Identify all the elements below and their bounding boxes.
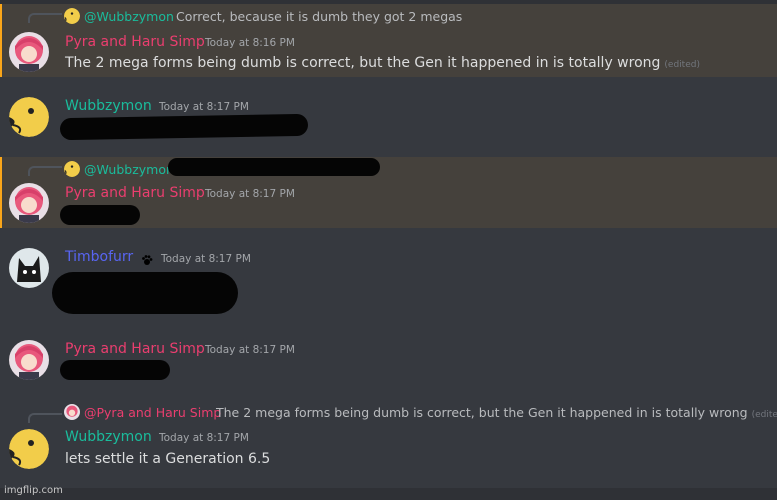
redaction-mark [168,158,380,176]
reply-connector [28,166,62,176]
timestamp[interactable]: Today at 8:17 PM [205,344,295,356]
wubbzymon-reply-avatar[interactable] [64,161,80,177]
timestamp[interactable]: Today at 8:17 PM [161,253,251,265]
redaction-mark [60,205,140,225]
footer-bar [0,488,777,500]
timbofurr-avatar[interactable] [9,248,49,288]
reply-preview[interactable]: Correct, because it is dumb they got 2 m… [176,9,462,24]
message-5: Pyra and Haru Simp Today at 8:17 PM [0,322,777,398]
reply-author[interactable]: @Pyra and Haru Simp [84,405,221,420]
message-3: @Wubbzymon Pyra and Haru Simp Today at 8… [0,157,777,228]
pyra-avatar[interactable] [9,183,49,223]
redaction-mark [59,113,309,141]
wubbzymon-avatar[interactable] [9,429,49,469]
timestamp[interactable]: Today at 8:17 PM [159,432,249,444]
author-name[interactable]: Wubbzymon [65,98,152,114]
pyra-reply-avatar[interactable] [64,404,80,420]
edited-label: (edited) [664,60,700,70]
redaction-mark [52,272,238,314]
pyra-avatar[interactable] [9,340,49,380]
message-content: The 2 mega forms being dumb is correct, … [65,55,700,71]
author-name[interactable]: Pyra and Haru Simp [65,34,205,50]
reply-connector [28,413,62,423]
watermark: imgflip.com [4,485,63,496]
reply-author[interactable]: @Wubbzymon [84,9,174,24]
message-text: The 2 mega forms being dumb is correct, … [65,55,661,71]
author-name[interactable]: Pyra and Haru Simp [65,341,205,357]
timestamp[interactable]: Today at 8:17 PM [159,101,249,113]
message-4: Timbofurr Today at 8:17 PM [0,228,777,322]
pyra-avatar[interactable] [9,32,49,72]
message-6: @Pyra and Haru Simp The 2 mega forms bei… [0,398,777,488]
reply-connector [28,13,62,23]
author-name[interactable]: Wubbzymon [65,429,152,445]
author-name[interactable]: Timbofurr [65,249,133,265]
timestamp[interactable]: Today at 8:16 PM [205,37,295,49]
reply-preview-text: The 2 mega forms being dumb is correct, … [216,405,748,420]
paw-icon [141,251,153,265]
message-text: lets settle it a Generation 6.5 [65,451,271,467]
wubbzymon-avatar[interactable] [9,97,49,137]
message-2: Wubbzymon Today at 8:17 PM [0,77,777,157]
reply-preview[interactable]: The 2 mega forms being dumb is correct, … [216,405,777,420]
author-name[interactable]: Pyra and Haru Simp [65,185,205,201]
wubbzymon-reply-avatar[interactable] [64,8,80,24]
reply-author[interactable]: @Wubbzymon [84,162,174,177]
timestamp[interactable]: Today at 8:17 PM [205,188,295,200]
redaction-mark [60,360,170,380]
message-1: @Wubbzymon Correct, because it is dumb t… [0,4,777,77]
edited-label: (edited) [751,410,777,420]
